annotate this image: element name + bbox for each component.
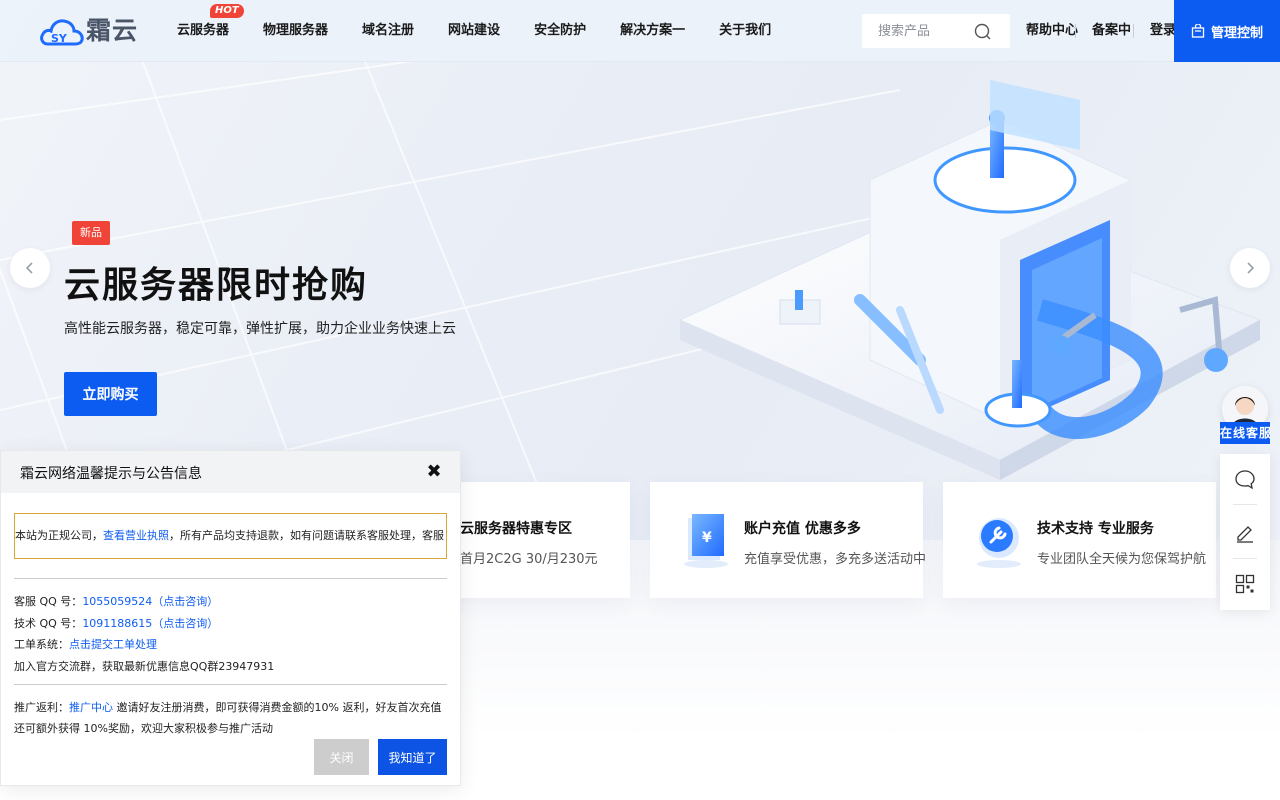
- notice-dialog: 霜云网络温馨提示与公告信息 ✖ 本站为正规公司，查看营业执照，所有产品均支持退款…: [0, 450, 461, 786]
- affiliate-paragraph: 推广返利：推广中心 邀请好友注册消费，即可获得消费金额的10% 返利，好友首次充…: [14, 697, 444, 739]
- divider: [1233, 504, 1257, 505]
- contact-line: 技术 QQ 号：1091188615（点击咨询）: [14, 615, 218, 631]
- dialog-confirm-button[interactable]: 我知道了: [378, 739, 447, 775]
- site-logo[interactable]: SY 霜云: [40, 16, 144, 46]
- console-button[interactable]: 管理控制: [1174, 0, 1280, 62]
- nav-item-security[interactable]: 安全防护: [517, 0, 603, 62]
- nav-item-domain[interactable]: 域名注册: [345, 0, 431, 62]
- chevron-right-icon: [1247, 262, 1255, 274]
- cloud-logo-icon: SY: [40, 19, 84, 46]
- hero-title: 云服务器限时抢购: [64, 265, 369, 306]
- nav-item-physical-server[interactable]: 物理服务器: [246, 0, 345, 62]
- hot-badge: HOT: [210, 4, 244, 18]
- para-text: 推广返利：: [14, 701, 69, 714]
- wallet-icon: ¥: [684, 514, 728, 568]
- card-title: 云服务器特惠专区: [460, 521, 572, 537]
- search-input[interactable]: [862, 14, 970, 48]
- bag-icon: [1191, 24, 1205, 38]
- brand-name: 霜云: [86, 16, 139, 45]
- contact-line: 加入官方交流群，获取最新优惠信息QQ群23947931: [14, 658, 274, 674]
- search-box: [862, 14, 1010, 48]
- chevron-left-icon: [25, 262, 33, 274]
- chat-bubble-icon: [1235, 470, 1255, 490]
- login-link[interactable]: 登录: [1150, 0, 1176, 62]
- qq-service-link[interactable]: 1055059524（点击咨询）: [82, 595, 218, 608]
- nav-label: 安全防护: [534, 23, 587, 38]
- nav-label: 网站建设: [448, 23, 501, 38]
- dialog-header: 霜云网络温馨提示与公告信息 ✖: [1, 451, 460, 493]
- nav-label: 物理服务器: [263, 23, 329, 38]
- nav-item-about[interactable]: 关于我们: [702, 0, 788, 62]
- card-desc: 充值享受优惠，多充多送活动中: [744, 552, 927, 567]
- nav-label: 解决方案一: [620, 23, 686, 38]
- qq-tech-link[interactable]: 1091188615（点击咨询）: [82, 617, 218, 630]
- carousel-next-button[interactable]: [1230, 248, 1270, 288]
- nav-label: 关于我们: [719, 23, 772, 38]
- card-desc: 首月2C2G 30/月230元: [460, 552, 598, 567]
- svg-text:¥: ¥: [702, 530, 712, 546]
- ticket-link[interactable]: 点击提交工单处理: [69, 638, 157, 651]
- console-label: 管理控制: [1210, 25, 1263, 41]
- search-icon[interactable]: [974, 23, 991, 40]
- notice-text: 本站为正规公司，: [15, 529, 103, 542]
- feedback-tool[interactable]: [1220, 508, 1270, 556]
- hero-buy-button[interactable]: 立即购买: [64, 372, 157, 416]
- feature-card-support[interactable]: 技术支持 专业服务 专业团队全天候为您保驾护航: [943, 482, 1216, 598]
- hero-illustration: [678, 80, 1262, 480]
- card-title: 技术支持 专业服务: [1037, 521, 1154, 537]
- customer-service-label[interactable]: 在线客服: [1220, 422, 1271, 444]
- filing-link[interactable]: 备案中: [1092, 0, 1131, 62]
- hero-subtitle: 高性能云服务器，稳定可靠，弹性扩展，助力企业业务快速上云: [64, 321, 456, 337]
- contact-label: 技术 QQ 号：: [14, 617, 83, 630]
- top-navigation: SY 霜云 云服务器 HOT 物理服务器 域名注册 网站建设 安全防护 解决方案…: [0, 0, 1280, 62]
- carousel-prev-button[interactable]: [10, 248, 50, 288]
- contact-label: 加入官方交流群，获取最新优惠信息QQ群23947931: [14, 660, 275, 673]
- license-link[interactable]: 查看营业执照: [103, 529, 169, 542]
- divider: [1075, 24, 1076, 38]
- contact-label: 客服 QQ 号：: [14, 595, 83, 608]
- hero-tag: 新品: [72, 221, 110, 245]
- logo-letters: SY: [51, 32, 68, 45]
- divider: [1233, 558, 1257, 559]
- close-icon[interactable]: ✖: [424, 462, 444, 482]
- qrcode-icon: [1235, 574, 1255, 594]
- card-desc: 专业团队全天候为您保驾护航: [1037, 552, 1207, 567]
- dialog-title: 霜云网络温馨提示与公告信息: [20, 466, 202, 482]
- divider: [14, 684, 447, 685]
- nav-label: 域名注册: [362, 23, 415, 38]
- contact-label: 工单系统：: [14, 638, 69, 651]
- edit-icon: [1237, 526, 1253, 543]
- divider: [1133, 24, 1134, 38]
- qrcode-tool[interactable]: [1220, 560, 1270, 608]
- nav-item-cloud-server[interactable]: 云服务器 HOT: [160, 0, 246, 62]
- dialog-close-button[interactable]: 关闭: [314, 739, 369, 775]
- tool-panel: [1220, 454, 1270, 610]
- help-link[interactable]: 帮助中心: [1026, 0, 1078, 62]
- main-nav: 云服务器 HOT 物理服务器 域名注册 网站建设 安全防护 解决方案一 关于我们: [160, 0, 788, 62]
- feature-card-recharge[interactable]: ¥ 账户充值 优惠多多 充值享受优惠，多充多送活动中: [650, 482, 927, 598]
- gear-wrench-icon: [977, 518, 1021, 568]
- nav-item-website[interactable]: 网站建设: [431, 0, 517, 62]
- card-title: 账户充值 优惠多多: [744, 521, 861, 537]
- nav-label: 云服务器: [177, 23, 230, 38]
- notice-text: ，所有产品均支持退款，如有问题请联系客服处理，客服 24 小时在线服务: [169, 529, 446, 542]
- nav-item-solutions[interactable]: 解决方案一: [603, 0, 702, 62]
- divider: [14, 578, 447, 579]
- chat-tool[interactable]: [1220, 456, 1270, 504]
- affiliate-link[interactable]: 推广中心: [69, 701, 113, 714]
- contact-line: 工单系统：点击提交工单处理: [14, 636, 157, 652]
- dialog-notice: 本站为正规公司，查看营业执照，所有产品均支持退款，如有问题请联系客服处理，客服 …: [14, 513, 447, 559]
- contact-line: 客服 QQ 号：1055059524（点击咨询）: [14, 593, 218, 609]
